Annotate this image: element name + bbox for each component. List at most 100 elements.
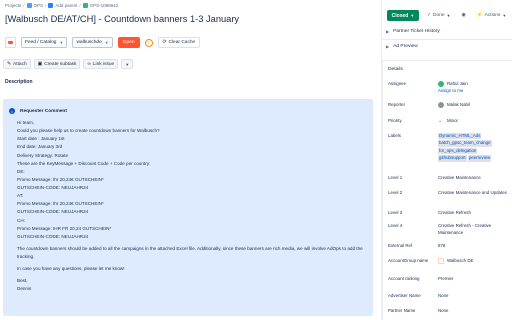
partner-history-toggle[interactable]: ▶ Partner Ticket History	[386, 29, 440, 34]
field-label: Labels	[388, 133, 401, 138]
partner-history-label: Partner Ticket History	[393, 29, 440, 34]
panel-body: Hi team, Could you please help us to cre…	[17, 119, 367, 294]
field-label: Assignee	[388, 81, 407, 86]
description-heading: Description	[5, 79, 33, 85]
brand-select[interactable]: walbuschde ▼	[72, 37, 113, 48]
details-heading[interactable]: Details	[388, 67, 403, 72]
field-value[interactable]: Rahul Jain Assign to me	[438, 81, 510, 94]
issue-type-icon	[82, 3, 88, 8]
done-button[interactable]: ✓ Done ▼	[424, 10, 453, 21]
help-icon[interactable]: ?	[144, 38, 153, 47]
comment-line: End date: January 3rd	[17, 144, 63, 150]
comment-paragraph: In case you have any questions, please l…	[17, 266, 125, 272]
field-value[interactable]: ⌄ Minor	[438, 118, 510, 125]
info-panel[interactable]: i Requester Comment Hi team, Could you p…	[3, 99, 373, 316]
field-level4: Level 4 Creative Refresh - Creative Main…	[388, 223, 510, 236]
field-label: AccountGroup name	[388, 258, 429, 263]
field-value[interactable]: Creative Maintenance	[438, 175, 510, 182]
label-tag[interactable]: githubsupport	[438, 155, 467, 162]
more-actions-button[interactable]: ▼	[121, 59, 134, 69]
account-group-value: Walbusch DE	[447, 258, 474, 264]
chevron-down-icon: ▼	[59, 40, 64, 45]
breadcrumb-issue-key[interactable]: OPS-1098842	[90, 3, 119, 8]
chevron-down-icon: ▼	[446, 13, 451, 18]
comment-line: Promo Message: Ihr 20,24€ GUTSCHEIN*	[17, 176, 104, 182]
ad-preview-toggle[interactable]: ▶ Ad Preview	[386, 44, 418, 49]
attach-button[interactable]: ✎ Attach	[3, 59, 31, 69]
field-value[interactable]: Malak Nabil	[438, 102, 510, 109]
field-value[interactable]: Creative Refresh - Creative Maintenance	[438, 223, 510, 236]
chevron-right-icon: ▶	[386, 44, 390, 49]
field-label: Reporter	[388, 102, 406, 107]
comment-line: Promo Message: IHR FR 20,24 GUTSCHEIN*	[17, 225, 112, 231]
field-value[interactable]: None	[438, 293, 510, 300]
open-button[interactable]: Open	[117, 37, 140, 48]
field-value[interactable]: Creative Refresh	[438, 210, 510, 217]
field-label: Advertiser Name	[388, 293, 421, 298]
field-value[interactable]: Premier	[438, 276, 510, 283]
status-closed-button[interactable]: Closed ▼	[387, 10, 419, 21]
field-account-ranking: Account ranking Premier	[388, 276, 510, 283]
breadcrumb-ops[interactable]: OPS	[34, 3, 44, 8]
issue-actions: ✎ Attach ▣ Create subtask ∞ Link issue ▼	[3, 59, 134, 69]
project-icon	[26, 3, 32, 8]
comment-line: DE:	[17, 168, 25, 174]
assignee-name: Rahul Jain	[447, 81, 468, 87]
breadcrumb-separator: /	[23, 3, 25, 8]
comment-signature: Dennis	[17, 286, 32, 292]
clear-cache-button[interactable]: ⟳ Clear Cache	[157, 37, 201, 48]
chevron-down-icon: ▼	[410, 13, 415, 18]
ad-preview-label: Ad Preview	[393, 44, 418, 49]
link-icon: ∞	[87, 61, 91, 67]
comment-line: Delivery Strategy: Rotate	[17, 152, 69, 158]
label-tag[interactable]: peerreview	[467, 155, 492, 162]
paperclip-icon: ✎	[7, 61, 12, 67]
comment-line: Hi team,	[17, 120, 35, 125]
done-label: Done	[433, 13, 445, 18]
field-value[interactable]: Dynamic_HTML_Ads batch_gpsc_team_change …	[438, 133, 510, 163]
clear-cache-label: Clear Cache	[168, 40, 196, 45]
breadcrumb-projects[interactable]: Projects	[5, 3, 21, 8]
field-label: Level 4	[388, 223, 403, 228]
label-tag[interactable]: batch_gpsc_team_change	[438, 140, 492, 147]
comment-line: These are the KeyMessage + Discount Code…	[17, 160, 151, 166]
link-issue-label: Link issue	[92, 61, 115, 67]
field-value[interactable]: Walbusch DE	[438, 258, 510, 265]
field-reporter: Reporter Malak Nabil	[388, 102, 510, 109]
label-tag[interactable]: for_ops_delegation	[438, 147, 478, 155]
field-value[interactable]: 878	[438, 243, 510, 250]
reporter-name: Malak Nabil	[447, 102, 470, 108]
comment-line: GUTSCHEIN-CODE: NEUJAHR24	[17, 185, 89, 190]
watch-icon[interactable]: ◉	[458, 10, 468, 21]
field-label: Level 2	[388, 190, 403, 195]
priority-minor-icon: ⌄	[438, 118, 443, 124]
subtask-icon: ▣	[37, 61, 43, 67]
page-title[interactable]: [Walbusch DE/AT/CH] - Countdown banners …	[5, 14, 239, 24]
issue-main: Projects / OPS / Add parent / OPS-109884…	[0, 0, 375, 320]
comment-line: AT:	[17, 193, 24, 199]
details-panel: Details Assignee Rahul Jain Assign to me…	[382, 60, 512, 320]
field-label: Level 1	[388, 175, 403, 180]
link-issue-button[interactable]: ∞ Link issue	[83, 59, 119, 69]
breadcrumb-add-parent[interactable]: Add parent	[55, 3, 77, 8]
field-value[interactable]: None	[438, 308, 510, 315]
field-advertiser-name: Advertiser Name None	[388, 293, 510, 300]
chevron-down-icon: ▼	[104, 40, 109, 45]
comment-paragraph: The countdown banners should be added to…	[17, 245, 363, 259]
chevron-right-icon: ▶	[386, 29, 390, 34]
status-bar: Closed ▼ ✓ Done ▼ ◉ ⚡ Actions ▼	[387, 10, 509, 21]
feed-select[interactable]: Feed / Catalog ▼	[21, 37, 68, 48]
field-label: Priority	[388, 118, 402, 123]
chevron-down-icon: ▼	[125, 61, 130, 67]
assign-to-me-link[interactable]: Assign to me	[438, 88, 463, 93]
field-value[interactable]: Creative Maintenance and Updates	[438, 190, 510, 197]
issue-sidebar: Closed ▼ ✓ Done ▼ ◉ ⚡ Actions ▼ ▶ Partne…	[381, 0, 512, 320]
field-account-group: AccountGroup name Walbusch DE	[388, 258, 510, 265]
actions-label: Actions	[484, 13, 501, 18]
field-level2: Level 2 Creative Maintenance and Updates	[388, 190, 510, 197]
field-label: Level 3	[388, 210, 403, 215]
label-tag[interactable]: Dynamic_HTML_Ads	[438, 133, 482, 140]
field-labels: Labels Dynamic_HTML_Ads batch_gpsc_team_…	[388, 133, 510, 163]
actions-button[interactable]: ⚡ Actions ▼	[474, 10, 510, 21]
create-subtask-button[interactable]: ▣ Create subtask	[33, 59, 81, 69]
